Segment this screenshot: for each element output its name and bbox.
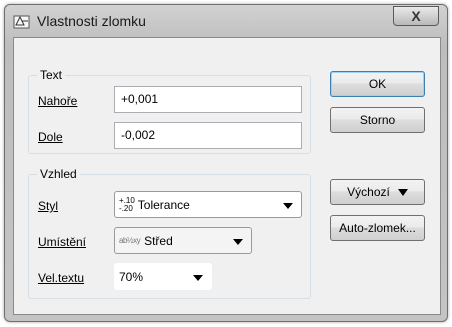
style-dropdown[interactable]: +.10 -.20 Tolerance [114, 191, 302, 218]
default-button[interactable]: Výchozí [330, 179, 425, 205]
title-bar[interactable]: Vlastnosti zlomku X [5, 5, 447, 37]
text-size-dropdown[interactable]: 70% [114, 263, 212, 290]
text-size-value: 70% [119, 269, 144, 284]
lower-label: Dole [38, 130, 63, 144]
tolerance-stack-icon: +.10 -.20 [119, 195, 135, 213]
fraction-position-icon: ab½xy [119, 236, 141, 245]
close-button[interactable]: X [393, 6, 439, 26]
auto-fraction-button[interactable]: Auto-zlomek... [330, 215, 425, 241]
text-group-title: Text [37, 68, 66, 82]
position-label: Umístění [38, 235, 87, 249]
upper-value-input[interactable]: +0,001 [114, 86, 302, 113]
upper-label: Nahoře [38, 94, 78, 108]
position-dropdown[interactable]: ab½xy Střed [114, 227, 252, 254]
chevron-down-icon [283, 203, 293, 209]
cancel-button[interactable]: Storno [330, 107, 425, 133]
style-label: Styl [38, 199, 59, 213]
text-size-label: Vel.textu [38, 271, 85, 285]
dialog-window: Vlastnosti zlomku X Text Nahoře +0,001 D… [4, 4, 448, 322]
ok-button[interactable]: OK [330, 71, 425, 97]
style-value: Tolerance [137, 197, 190, 212]
chevron-down-icon [193, 275, 203, 281]
window-title: Vlastnosti zlomku [37, 13, 146, 29]
chevron-down-icon [397, 188, 408, 196]
dialog-client-area: Text Nahoře +0,001 Dole -0,002 Vzhled St… [13, 37, 441, 315]
lower-value-input[interactable]: -0,002 [114, 122, 302, 149]
default-button-label: Výchozí [347, 185, 390, 199]
position-value: Střed [144, 233, 173, 248]
close-icon: X [411, 8, 421, 24]
fraction-app-icon [13, 15, 30, 29]
appearance-group-title: Vzhled [37, 167, 80, 181]
chevron-down-icon [233, 239, 243, 245]
